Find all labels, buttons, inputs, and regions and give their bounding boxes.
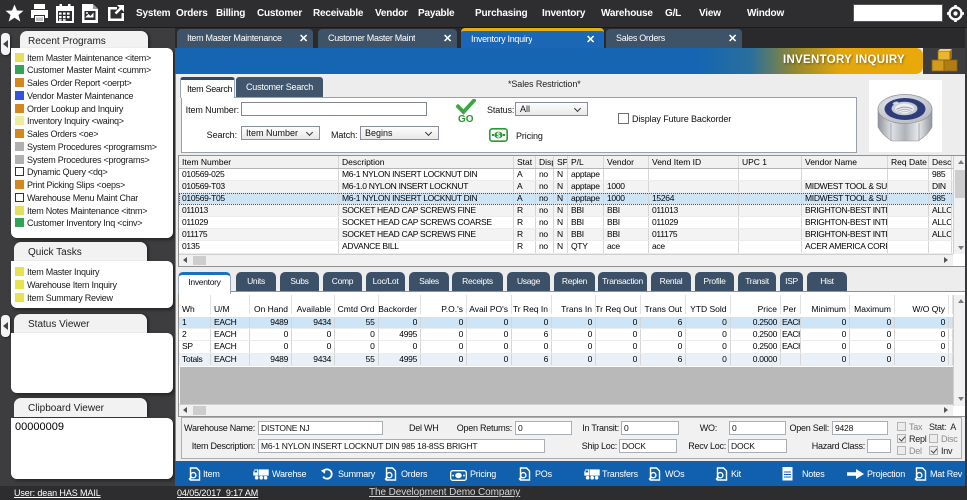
svg-text:$: $ <box>497 133 501 140</box>
